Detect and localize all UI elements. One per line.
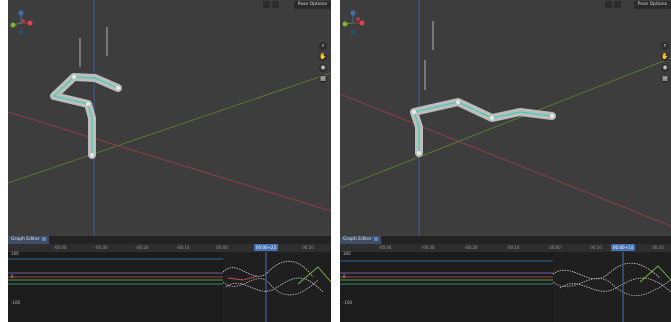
right-overlay-icons[interactable] xyxy=(605,1,621,9)
left-ylabel-top: 100 xyxy=(11,251,19,256)
left-tick-4: 00:00 xyxy=(216,245,228,250)
left-time-ruler[interactable]: -00:40 -00:30 -00:20 -00:10 00:00 00:20 xyxy=(8,244,331,252)
right-green-axis xyxy=(340,57,671,189)
left-curves xyxy=(8,252,331,322)
left-overlay-icons[interactable] xyxy=(263,1,279,9)
left-tick-1: -00:30 xyxy=(94,245,108,250)
right-shoulder-joint[interactable] xyxy=(412,110,416,114)
left-tick-6: 00:20 xyxy=(302,245,314,250)
right-editor-header xyxy=(340,236,671,244)
right-tick-0: -00:40 xyxy=(378,245,392,250)
right-tick-6: 00:20 xyxy=(652,245,664,250)
right-scene xyxy=(340,0,671,236)
zoom-icon[interactable]: ⌕ xyxy=(319,42,327,50)
left-elbow-joint[interactable] xyxy=(86,102,90,106)
right-elbow-joint[interactable] xyxy=(456,100,460,104)
left-arm-mesh xyxy=(50,73,122,159)
left-red-axis xyxy=(8,111,331,212)
left-tip-joint[interactable] xyxy=(116,86,120,90)
left-editor-header xyxy=(8,236,331,244)
left-ylabel-bottom: -100 xyxy=(11,300,21,305)
left-axis-gizmo-icon[interactable] xyxy=(8,10,34,36)
hand-icon[interactable]: ✋ xyxy=(661,53,669,61)
right-pose-options-button[interactable]: Pose Options xyxy=(633,1,671,9)
right-ylabel-bottom: -100 xyxy=(343,300,353,305)
left-tick-0: -00:40 xyxy=(53,245,67,250)
hand-icon[interactable]: ✋ xyxy=(319,53,327,61)
panel-gap xyxy=(331,0,340,322)
grid-icon[interactable]: ▦ xyxy=(319,75,327,83)
right-tick-5: 00:10 xyxy=(590,245,602,250)
left-tick-3: -00:10 xyxy=(176,245,190,250)
left-current-frame[interactable]: 00:00+23 xyxy=(254,244,278,251)
zoom-icon[interactable]: ⌕ xyxy=(661,42,669,50)
left-nav-controls: ⌕ ✋ ◉ ▦ xyxy=(319,42,327,83)
right-tick-2: -00:20 xyxy=(464,245,478,250)
left-editor-type[interactable]: Graph Editor xyxy=(8,236,49,244)
camera-icon[interactable]: ◉ xyxy=(319,64,327,72)
left-blender-window: Pose Options ⌕ ✋ ◉ ▦ Graph Editor -00:40… xyxy=(8,0,331,322)
left-graph-editor[interactable]: Graph Editor -00:40 -00:30 -00:20 -00:10… xyxy=(8,236,331,322)
right-tick-4: 00:00 xyxy=(549,245,561,250)
right-tick-3: -00:10 xyxy=(506,245,520,250)
right-graph-editor[interactable]: Graph Editor -00:40 -00:30 -00:20 -00:10… xyxy=(340,236,671,322)
right-curves xyxy=(340,252,671,322)
camera-icon[interactable]: ◉ xyxy=(661,64,669,72)
left-ylabel-mid: 0 xyxy=(11,274,14,279)
right-tick-1: -00:30 xyxy=(421,245,435,250)
right-arm-mesh xyxy=(410,98,556,157)
right-nav-controls: ⌕ ✋ ◉ ▦ xyxy=(661,42,669,83)
right-tip-joint[interactable] xyxy=(550,114,554,118)
left-curve-area[interactable]: 100 0 -100 xyxy=(8,251,331,322)
left-scene xyxy=(8,0,331,236)
right-axis-gizmo-icon[interactable] xyxy=(340,10,366,36)
left-3d-viewport[interactable]: Pose Options ⌕ ✋ ◉ ▦ xyxy=(8,0,331,236)
right-3d-viewport[interactable]: Pose Options ⌕ ✋ ◉ ▦ xyxy=(340,0,671,236)
grid-icon[interactable]: ▦ xyxy=(661,75,669,83)
right-ylabel-mid: 0 xyxy=(343,274,346,279)
right-blender-window: Pose Options ⌕ ✋ ◉ ▦ Graph Editor -00:40… xyxy=(340,0,671,322)
right-root-joint[interactable] xyxy=(417,151,421,155)
right-wrist-joint[interactable] xyxy=(490,116,494,120)
left-wrist-joint[interactable] xyxy=(72,75,76,79)
right-curve-area[interactable]: 100 0 -100 xyxy=(340,251,671,322)
right-current-frame[interactable]: 00:00+14 xyxy=(611,244,635,251)
left-pose-options-button[interactable]: Pose Options xyxy=(293,1,331,9)
left-root-joint[interactable] xyxy=(90,153,94,157)
right-editor-type[interactable]: Graph Editor xyxy=(340,236,381,244)
left-tick-2: -00:20 xyxy=(135,245,149,250)
right-ylabel-top: 100 xyxy=(343,251,351,256)
